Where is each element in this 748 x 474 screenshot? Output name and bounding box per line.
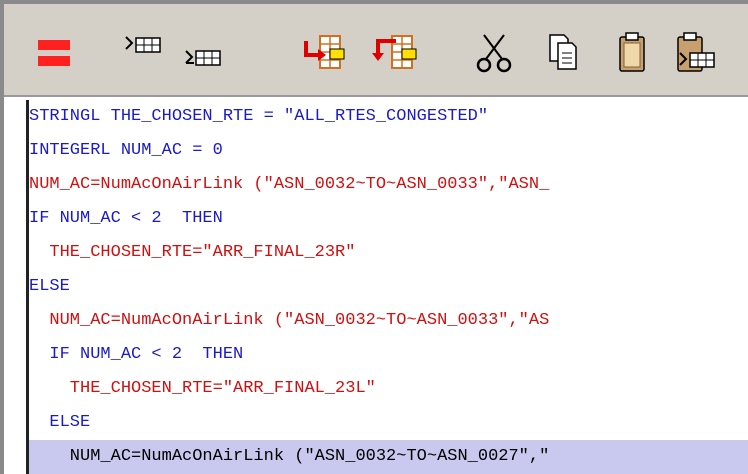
paste-special-button[interactable] <box>672 31 722 75</box>
code-text: STRINGL THE_CHOSEN_RTE = "ALL_RTES_CONGE… <box>29 107 489 126</box>
code-line-selected[interactable]: NUM_AC=NumAcOnAirLink ("ASN_0032~TO~ASN_… <box>29 440 748 474</box>
code-text: IF NUM_AC < 2 THEN <box>29 209 223 228</box>
cut-button[interactable] <box>474 31 514 75</box>
insert-table-small-icon <box>185 50 221 66</box>
code-text: NUM_AC=NumAcOnAirLink ("ASN_0032~TO~ASN_… <box>29 175 550 194</box>
copy-button[interactable] <box>544 31 584 75</box>
paste-button[interactable] <box>612 31 652 75</box>
code-line[interactable]: STRINGL THE_CHOSEN_RTE = "ALL_RTES_CONGE… <box>29 100 748 134</box>
arrow-out-grid-red-icon <box>372 35 417 69</box>
arrow-into-grid-red-icon <box>304 35 345 69</box>
code-line[interactable]: THE_CHOSEN_RTE="ARR_FINAL_23L" <box>29 372 748 406</box>
toolbar <box>4 4 748 97</box>
script-editor[interactable]: STRINGL THE_CHOSEN_RTE = "ALL_RTES_CONGE… <box>26 100 748 474</box>
equals-red-icon <box>38 40 70 66</box>
insert-block-before-button[interactable] <box>122 31 172 75</box>
editor-window: STRINGL THE_CHOSEN_RTE = "ALL_RTES_CONGE… <box>0 0 748 474</box>
code-text: NUM_AC=NumAcOnAirLink ("ASN_0032~TO~ASN_… <box>29 447 550 466</box>
move-line-out-button[interactable] <box>372 31 422 75</box>
code-line[interactable]: NUM_AC=NumAcOnAirLink ("ASN_0032~TO~ASN_… <box>29 304 748 338</box>
code-text: ELSE <box>29 413 91 432</box>
code-text: IF NUM_AC < 2 THEN <box>29 345 244 364</box>
code-text: THE_CHOSEN_RTE="ARR_FINAL_23L" <box>29 379 376 398</box>
code-text: NUM_AC=NumAcOnAirLink ("ASN_0032~TO~ASN_… <box>29 311 550 330</box>
clipboard-table-icon <box>677 32 715 72</box>
copy-pages-icon <box>549 34 577 70</box>
code-line[interactable]: NUM_AC=NumAcOnAirLink ("ASN_0032~TO~ASN_… <box>29 168 748 202</box>
scissors-icon <box>476 34 512 73</box>
stop-button[interactable] <box>32 31 76 75</box>
insert-block-after-button[interactable] <box>182 31 232 75</box>
code-text: THE_CHOSEN_RTE="ARR_FINAL_23R" <box>29 243 356 262</box>
code-line[interactable]: INTEGERL NUM_AC = 0 <box>29 134 748 168</box>
clipboard-icon <box>619 32 645 72</box>
code-line[interactable]: ELSE <box>29 406 748 440</box>
move-line-in-button[interactable] <box>300 31 350 75</box>
code-line[interactable]: ELSE <box>29 270 748 304</box>
code-line[interactable]: IF NUM_AC < 2 THEN <box>29 338 748 372</box>
code-text: ELSE <box>29 277 70 296</box>
code-line[interactable]: THE_CHOSEN_RTE="ARR_FINAL_23R" <box>29 236 748 270</box>
insert-table-indent-icon <box>125 36 161 53</box>
code-line[interactable]: IF NUM_AC < 2 THEN <box>29 202 748 236</box>
code-text: INTEGERL NUM_AC = 0 <box>29 141 223 160</box>
